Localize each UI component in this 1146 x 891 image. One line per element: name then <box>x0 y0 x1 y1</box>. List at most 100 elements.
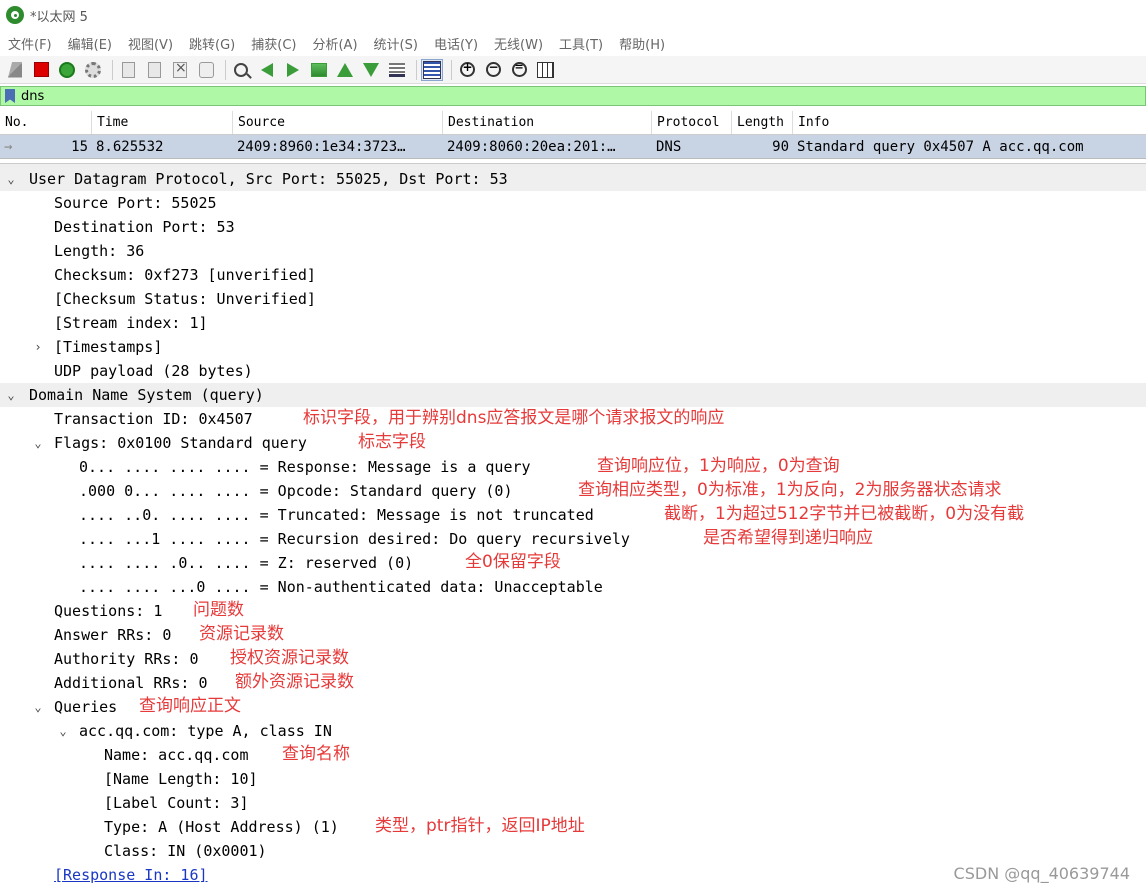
tree-item-src-port[interactable]: Source Port: 55025 <box>0 191 1146 215</box>
menu-capture[interactable]: 捕获(C) <box>247 34 304 53</box>
zoom-in-button[interactable] <box>456 59 478 81</box>
menu-edit[interactable]: 编辑(E) <box>64 34 120 53</box>
toolbar-separator <box>451 59 452 80</box>
tree-item-transaction-id[interactable]: Transaction ID: 0x4507 标识字段，用于辨别dns应答报文是… <box>0 407 1146 431</box>
colorize-button[interactable] <box>421 58 443 81</box>
response-in-link[interactable]: [Response In: 16] <box>54 863 208 887</box>
capture-options-button[interactable] <box>82 59 104 81</box>
start-capture-button[interactable] <box>4 59 26 81</box>
tree-item-name-length[interactable]: [Name Length: 10] <box>0 767 1146 791</box>
tree-item-flag-nonauth[interactable]: .... .... ...0 .... = Non-authenticated … <box>0 575 1146 599</box>
autoscroll-button[interactable] <box>386 59 408 81</box>
reload-file-button[interactable] <box>195 59 217 81</box>
expand-arrow-icon[interactable]: › <box>31 335 45 359</box>
annotation-response: 查询响应位，1为响应，0为查询 <box>597 456 840 476</box>
query-type-label: Type: A (Host Address) (1) <box>104 818 339 836</box>
go-to-packet-button[interactable] <box>308 59 330 81</box>
tree-item-checksum-status[interactable]: [Checksum Status: Unverified] <box>0 287 1146 311</box>
menu-bar: 文件(F) 编辑(E) 视图(V) 跳转(G) 捕获(C) 分析(A) 统计(S… <box>0 30 1146 56</box>
zoom-out-button[interactable] <box>482 59 504 81</box>
tree-item-authority-rrs[interactable]: Authority RRs: 0 授权资源记录数 <box>0 647 1146 671</box>
annotation-name: 查询名称 <box>282 744 350 764</box>
tree-item-flags[interactable]: ⌄ Flags: 0x0100 Standard query 标志字段 <box>0 431 1146 455</box>
column-header-source[interactable]: Source <box>233 111 443 134</box>
transaction-id-label: Transaction ID: 0x4507 <box>54 410 253 428</box>
tree-item-flag-recursion[interactable]: .... ...1 .... .... = Recursion desired:… <box>0 527 1146 551</box>
last-packet-button[interactable] <box>360 59 382 81</box>
tree-item-questions[interactable]: Questions: 1 问题数 <box>0 599 1146 623</box>
menu-telephony[interactable]: 电话(Y) <box>430 34 486 53</box>
tree-item-name[interactable]: Name: acc.qq.com 查询名称 <box>0 743 1146 767</box>
go-back-button[interactable] <box>256 59 278 81</box>
watermark: CSDN @qq_40639744 <box>953 864 1130 883</box>
menu-tools[interactable]: 工具(T) <box>555 34 611 53</box>
last-packet-icon <box>363 62 379 77</box>
first-packet-button[interactable] <box>334 59 356 81</box>
packet-info: Standard query 0x4507 A acc.qq.com <box>797 138 1084 155</box>
tree-item-dst-port[interactable]: Destination Port: 53 <box>0 215 1146 239</box>
collapse-arrow-icon[interactable]: ⌄ <box>4 167 18 191</box>
save-file-button[interactable] <box>143 59 165 81</box>
column-header-protocol[interactable]: Protocol <box>652 111 732 134</box>
tree-item-dns[interactable]: ⌄ Domain Name System (query) <box>0 383 1146 407</box>
column-header-info[interactable]: Info <box>793 111 1146 134</box>
toolbar-separator <box>416 59 417 80</box>
menu-analyze[interactable]: 分析(A) <box>308 34 365 53</box>
tree-item-label-count[interactable]: [Label Count: 3] <box>0 791 1146 815</box>
dns-header-label: Domain Name System (query) <box>29 386 264 404</box>
resize-columns-button[interactable] <box>534 59 556 81</box>
stop-capture-button[interactable] <box>30 59 52 81</box>
tree-item-checksum[interactable]: Checksum: 0xf273 [unverified] <box>0 263 1146 287</box>
tree-item-flag-response[interactable]: 0... .... .... .... = Response: Message … <box>0 455 1146 479</box>
related-packet-arrow-icon: → <box>4 138 13 155</box>
packet-row[interactable]: → 15 8.625532 2409:8960:1e34:3723… 2409:… <box>0 135 1146 159</box>
annotation-transaction-id: 标识字段，用于辨别dns应答报文是哪个请求报文的响应 <box>303 408 725 428</box>
menu-help[interactable]: 帮助(H) <box>615 34 673 53</box>
tree-item-timestamps[interactable]: › [Timestamps] <box>0 335 1146 359</box>
menu-statistics[interactable]: 统计(S) <box>370 34 426 53</box>
tree-item-flag-truncated[interactable]: .... ..0. .... .... = Truncated: Message… <box>0 503 1146 527</box>
tree-item-query-entry[interactable]: ⌄ acc.qq.com: type A, class IN <box>0 719 1146 743</box>
dst-port-label: Destination Port: 53 <box>54 218 235 236</box>
tree-item-length[interactable]: Length: 36 <box>0 239 1146 263</box>
filter-bookmark-icon[interactable] <box>5 89 15 103</box>
tree-item-udp[interactable]: ⌄ User Datagram Protocol, Src Port: 5502… <box>0 167 1146 191</box>
tree-item-stream-index[interactable]: [Stream index: 1] <box>0 311 1146 335</box>
stream-index-label: [Stream index: 1] <box>54 314 208 332</box>
answer-rrs-label: Answer RRs: 0 <box>54 626 172 644</box>
tree-item-flag-opcode[interactable]: .000 0... .... .... = Opcode: Standard q… <box>0 479 1146 503</box>
normal-size-button[interactable] <box>508 59 530 81</box>
restart-capture-button[interactable] <box>56 59 78 81</box>
annotation-z: 全0保留字段 <box>465 552 561 572</box>
checksum-status-label: [Checksum Status: Unverified] <box>54 290 316 308</box>
flag-response-label: 0... .... .... .... = Response: Message … <box>79 458 531 476</box>
tree-item-flag-z[interactable]: .... .... .0.. .... = Z: reserved (0) 全0… <box>0 551 1146 575</box>
tree-item-queries[interactable]: ⌄ Queries 查询响应正文 <box>0 695 1146 719</box>
column-header-length[interactable]: Length <box>732 111 793 134</box>
close-file-button[interactable] <box>169 59 191 81</box>
collapse-arrow-icon[interactable]: ⌄ <box>31 431 45 455</box>
find-packet-button[interactable] <box>230 59 252 81</box>
packet-source: 2409:8960:1e34:3723… <box>237 138 406 155</box>
open-file-button[interactable] <box>117 59 139 81</box>
tree-item-class[interactable]: Class: IN (0x0001) <box>0 839 1146 863</box>
display-filter-input[interactable] <box>21 87 1121 105</box>
column-header-destination[interactable]: Destination <box>443 111 652 134</box>
menu-go[interactable]: 跳转(G) <box>185 34 243 53</box>
menu-view[interactable]: 视图(V) <box>124 34 181 53</box>
tree-item-additional-rrs[interactable]: Additional RRs: 0 额外资源记录数 <box>0 671 1146 695</box>
annotation-queries: 查询响应正文 <box>139 696 241 716</box>
menu-file[interactable]: 文件(F) <box>4 34 60 53</box>
column-header-time[interactable]: Time <box>92 111 233 134</box>
collapse-arrow-icon[interactable]: ⌄ <box>56 719 70 743</box>
queries-label: Queries <box>54 698 118 716</box>
go-forward-button[interactable] <box>282 59 304 81</box>
tree-item-udp-payload[interactable]: UDP payload (28 bytes) <box>0 359 1146 383</box>
column-header-no[interactable]: No. <box>0 111 92 134</box>
menu-wireless[interactable]: 无线(W) <box>490 34 551 53</box>
tree-item-answer-rrs[interactable]: Answer RRs: 0 资源记录数 <box>0 623 1146 647</box>
collapse-arrow-icon[interactable]: ⌄ <box>31 695 45 719</box>
collapse-arrow-icon[interactable]: ⌄ <box>4 383 18 407</box>
tree-item-type[interactable]: Type: A (Host Address) (1) 类型，ptr指针，返回IP… <box>0 815 1146 839</box>
go-forward-icon <box>287 62 299 77</box>
